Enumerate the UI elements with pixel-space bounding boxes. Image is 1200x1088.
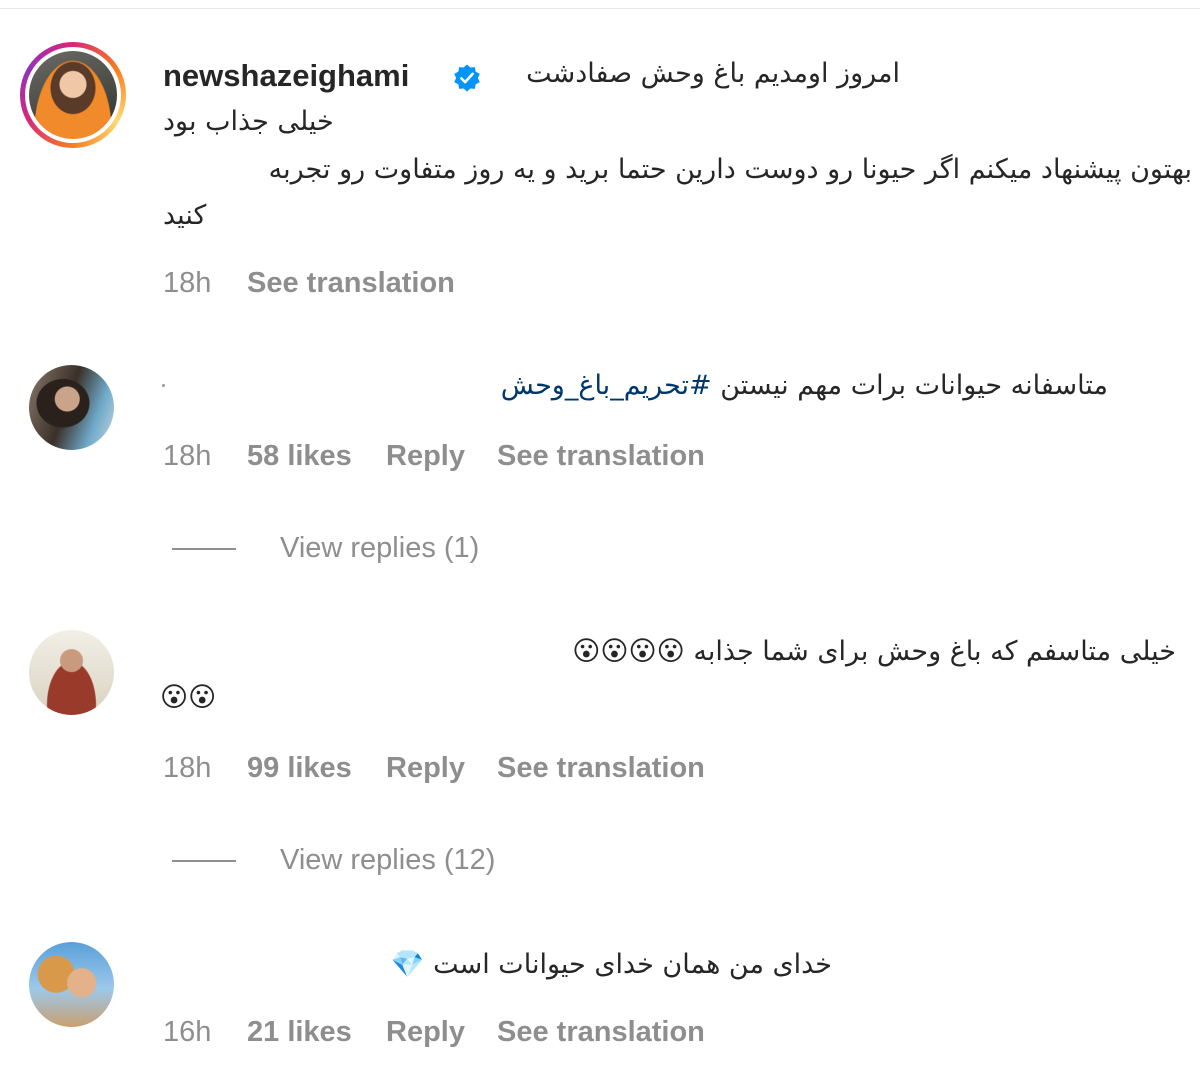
comment-likes[interactable]: 99 likes xyxy=(247,748,352,788)
replies-dash xyxy=(172,548,236,550)
comment-time: 18h xyxy=(163,440,212,472)
view-replies-label[interactable]: View replies (1) xyxy=(280,528,479,568)
reply-button[interactable]: Reply xyxy=(386,436,465,476)
post-caption-line-1: امروز اومدیم باغ وحش صفادشت xyxy=(526,58,900,89)
post-caption-line-4-text: کنید xyxy=(163,200,207,231)
reply-button[interactable]: Reply xyxy=(386,1012,465,1052)
post-caption-line-3: بهتون پیشنهاد میکنم اگر حیونا رو دوست دا… xyxy=(268,154,1192,185)
verified-badge-icon xyxy=(454,64,480,92)
reply-button[interactable]: Reply xyxy=(386,748,465,788)
top-divider xyxy=(0,0,1200,9)
comment-text-line-2: 😮😮 xyxy=(160,682,217,713)
comment-time: 18h xyxy=(163,752,212,784)
comment-meta: 16h 21 likes Reply See translation xyxy=(163,1012,763,1052)
comment-text-line-1: خیلی متاسفم که باغ وحش برای شما جذابه 😮😮… xyxy=(572,636,1176,667)
comment-body: متاسفانه حیوانات برات مهم نیستن xyxy=(711,370,1108,401)
comment-see-translation[interactable]: See translation xyxy=(497,748,705,788)
replies-dash xyxy=(172,860,236,862)
comment-text: خدای من همان خدای حیوانات است 💎 xyxy=(390,949,832,980)
comment-hashtag[interactable]: #تحریم_باغ_وحش xyxy=(501,370,712,401)
comment-see-translation[interactable]: See translation xyxy=(497,1012,705,1052)
decorative-dot xyxy=(162,384,165,387)
comment-likes[interactable]: 58 likes xyxy=(247,436,352,476)
view-replies-label[interactable]: View replies (12) xyxy=(280,840,495,880)
post-caption-line-2: خیلی جذاب بود xyxy=(163,106,334,137)
author-username[interactable]: newshazeighami xyxy=(163,58,409,94)
comment-meta: 18h 58 likes Reply See translation xyxy=(163,436,763,476)
post-meta: 18h See translation xyxy=(163,263,563,303)
commenter-avatar[interactable] xyxy=(29,365,114,450)
commenter-avatar[interactable] xyxy=(29,942,114,1027)
author-avatar[interactable] xyxy=(29,51,117,139)
comment-likes[interactable]: 21 likes xyxy=(247,1012,352,1052)
view-replies-button[interactable]: View replies (1) xyxy=(172,528,672,568)
comment-meta: 18h 99 likes Reply See translation xyxy=(163,748,763,788)
comment-see-translation[interactable]: See translation xyxy=(497,436,705,476)
post-see-translation[interactable]: See translation xyxy=(247,263,455,303)
post-caption-line-4: کنید xyxy=(163,200,363,231)
post-time: 18h xyxy=(163,267,212,299)
commenter-avatar[interactable] xyxy=(29,630,114,715)
comment-time: 16h xyxy=(163,1016,212,1048)
view-replies-button[interactable]: View replies (12) xyxy=(172,840,672,880)
comment-text: متاسفانه حیوانات برات مهم نیستن #تحریم_ب… xyxy=(408,370,1108,401)
